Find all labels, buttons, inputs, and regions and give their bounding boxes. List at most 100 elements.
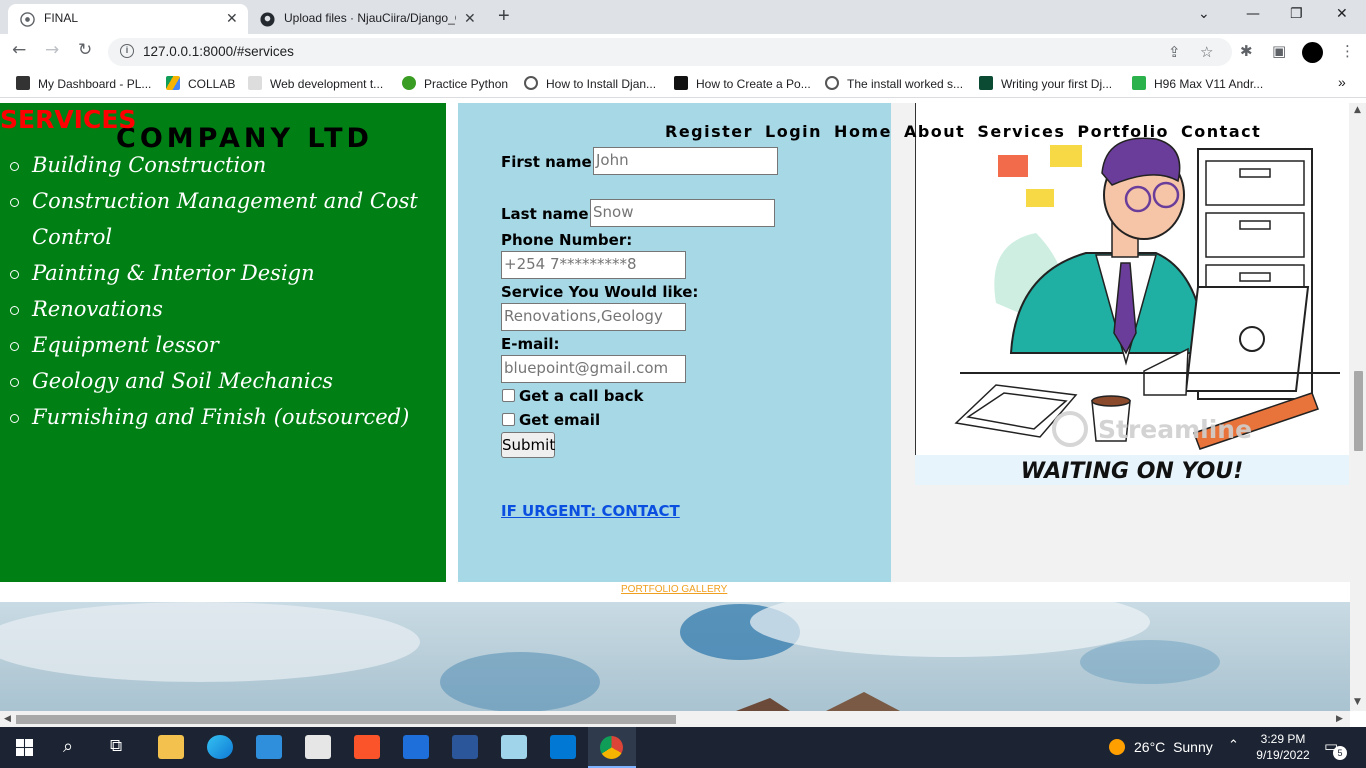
new-tab-icon[interactable]: + (498, 5, 510, 28)
notification-count-badge: 5 (1333, 746, 1347, 760)
scroll-down-icon[interactable]: ▼ (1354, 697, 1361, 707)
tab-upload-files[interactable]: Upload files · NjauCiira/Django_C ✕ (248, 4, 488, 34)
nav-services[interactable]: Services (977, 122, 1065, 141)
weather-widget[interactable]: 26°C Sunny (1109, 739, 1213, 755)
store-icon[interactable] (305, 735, 331, 759)
share-icon[interactable]: ⇪ (1168, 43, 1181, 61)
nav-home[interactable]: Home (834, 122, 892, 141)
close-tab-icon[interactable]: ✕ (226, 10, 238, 27)
browser-toolbar: ← → ↻ i 127.0.0.1:8000/#services ⇪ ☆ ✱ ▣… (0, 34, 1366, 70)
scroll-left-icon[interactable]: ◀ (4, 714, 11, 724)
scroll-thumb[interactable] (1354, 371, 1363, 451)
bookmark-label: COLLAB (188, 77, 236, 91)
media-player-icon[interactable] (403, 735, 429, 759)
service-input[interactable]: Renovations,Geology (501, 303, 686, 331)
phone-input[interactable]: +254 7*********8 (501, 251, 686, 279)
tab-search-icon[interactable]: ⌄ (1198, 6, 1210, 22)
chrome-icon (600, 736, 623, 759)
bookmark-item[interactable]: How to Install Djan... (524, 76, 656, 91)
menu-icon[interactable]: ⋮ (1340, 42, 1355, 60)
submit-button[interactable]: Submit (501, 432, 555, 458)
watermark-text: Streamline (1098, 415, 1253, 444)
services-list: Building Construction Construction Manag… (8, 147, 438, 435)
bookmark-label: The install worked s... (847, 77, 964, 91)
vertical-scrollbar[interactable]: ▲ ▼ (1350, 103, 1366, 711)
bookmark-label: H96 Max V11 Andr... (1154, 77, 1264, 91)
urgent-contact-link[interactable]: IF URGENT: CONTACT (501, 502, 680, 520)
scroll-thumb[interactable] (16, 715, 676, 724)
email-checkbox[interactable] (502, 413, 515, 426)
list-item: Geology and Soil Mechanics (8, 363, 438, 399)
tab-final[interactable]: FINAL ✕ (8, 4, 248, 34)
scroll-up-icon[interactable]: ▲ (1354, 105, 1361, 115)
globe-icon (524, 76, 538, 90)
back-icon[interactable]: ← (12, 40, 26, 60)
word-icon[interactable] (452, 735, 478, 759)
bookmark-item[interactable]: My Dashboard - PL... (16, 76, 151, 91)
reload-icon[interactable]: ↻ (78, 40, 92, 60)
service-label: Service You Would like: (501, 283, 699, 301)
nav-register[interactable]: Register (665, 122, 753, 141)
clock[interactable]: 3:29 PM 9/19/2022 (1250, 731, 1316, 763)
email-label: E-mail: (501, 335, 560, 353)
globe-icon (825, 76, 839, 90)
bookmark-label: How to Install Djan... (546, 77, 657, 91)
restore-icon[interactable]: ❐ (1290, 6, 1303, 22)
extensions-icon[interactable]: ✱ (1240, 42, 1253, 60)
address-bar[interactable]: i 127.0.0.1:8000/#services ⇪ ☆ (108, 38, 1232, 66)
page-viewport: Building Construction Construction Manag… (0, 103, 1350, 711)
profile-avatar[interactable] (1302, 42, 1323, 63)
search-icon[interactable]: ⌕ (63, 736, 73, 757)
callback-checkbox[interactable] (502, 389, 515, 402)
nav-login[interactable]: Login (765, 122, 822, 141)
bookmark-label: How to Create a Po... (696, 77, 811, 91)
site-info-icon[interactable]: i (120, 44, 134, 58)
minimize-icon[interactable]: — (1246, 6, 1260, 22)
nav-portfolio[interactable]: Portfolio (1077, 122, 1169, 141)
list-item: Renovations (8, 291, 438, 327)
chevron-up-icon[interactable]: ⌃ (1228, 738, 1239, 753)
first-name-input[interactable]: John (593, 147, 778, 175)
windows-start-icon[interactable] (16, 739, 33, 761)
side-panel-icon[interactable]: ▣ (1272, 42, 1286, 60)
mail-icon[interactable] (256, 735, 282, 759)
bookmark-item[interactable]: COLLAB (166, 76, 235, 91)
notes-icon[interactable] (501, 735, 527, 759)
bookmark-item[interactable]: The install worked s... (825, 76, 963, 91)
chrome-taskbar-item[interactable] (588, 727, 636, 768)
close-tab-icon[interactable]: ✕ (464, 10, 476, 27)
bookmark-star-icon[interactable]: ☆ (1200, 43, 1213, 61)
more-bookmarks-icon[interactable]: » (1338, 74, 1346, 90)
last-name-input[interactable]: Snow (590, 199, 775, 227)
file-explorer-icon[interactable] (158, 735, 184, 759)
bookmark-item[interactable]: Writing your first Dj... (979, 76, 1112, 91)
nav-about[interactable]: About (904, 122, 965, 141)
bookmark-label: My Dashboard - PL... (38, 77, 152, 91)
nav-contact[interactable]: Contact (1181, 122, 1261, 141)
task-view-icon[interactable]: ⧉ (110, 736, 122, 756)
close-window-icon[interactable]: ✕ (1336, 6, 1348, 22)
tab-strip: FINAL ✕ Upload files · NjauCiira/Django_… (0, 0, 1366, 34)
forward-icon[interactable]: → (45, 40, 59, 60)
contact-form-panel: First name: John Last name: Snow Phone N… (458, 103, 891, 582)
vscode-icon[interactable] (550, 735, 576, 759)
bookmark-label: Web development t... (270, 77, 384, 91)
portfolio-gallery-link[interactable]: PORTFOLIO GALLERY (621, 584, 727, 595)
bookmark-item[interactable]: Practice Python (402, 76, 508, 91)
email-input[interactable]: bluepoint@gmail.com (501, 355, 686, 383)
edge-icon[interactable] (207, 735, 233, 759)
bookmark-item[interactable]: How to Create a Po... (674, 76, 811, 91)
bookmark-label: Writing your first Dj... (1001, 77, 1113, 91)
services-panel: Building Construction Construction Manag… (0, 103, 446, 582)
github-icon (260, 12, 275, 27)
scroll-right-icon[interactable]: ▶ (1336, 714, 1343, 724)
horizontal-scrollbar[interactable]: ◀ ▶ (0, 711, 1350, 727)
bookmark-item[interactable]: Web development t... (248, 76, 383, 91)
brave-icon[interactable] (354, 735, 380, 759)
tab-title: FINAL (44, 11, 79, 25)
list-item: Construction Management and Cost Control (8, 183, 438, 255)
waiting-caption: WAITING ON YOU! (915, 455, 1349, 485)
django-icon (979, 76, 993, 90)
bookmark-item[interactable]: H96 Max V11 Andr... (1132, 76, 1263, 91)
portfolio-hero-image (0, 602, 1350, 711)
